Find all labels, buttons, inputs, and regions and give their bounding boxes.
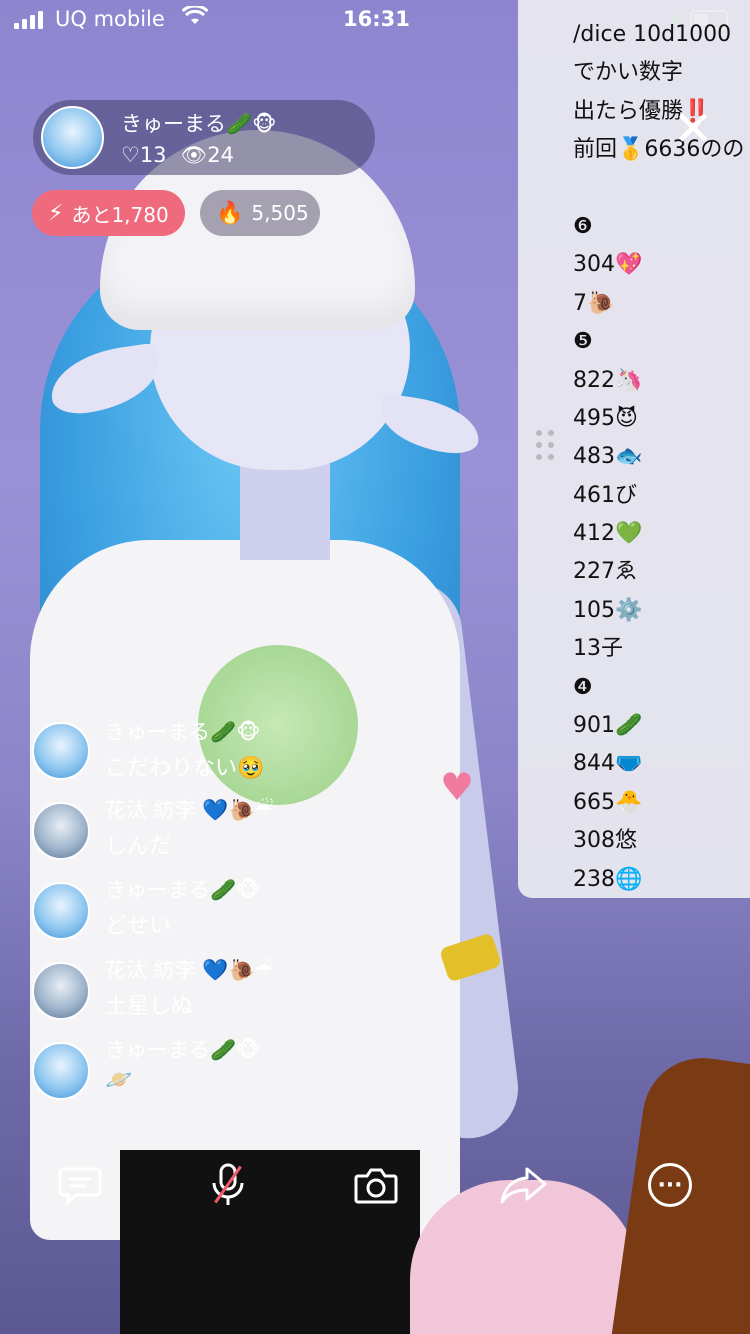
viewer-count: 👁24 xyxy=(180,143,234,167)
host-name: きゅーまる🥒🐵 xyxy=(121,112,277,136)
comment-item[interactable]: きゅーまる🥒🐵 🪐 xyxy=(32,1038,432,1122)
panel-line: 227ゑ xyxy=(573,559,637,585)
panel-line: 出たら優勝‼️ xyxy=(573,98,711,124)
comment-icon[interactable] xyxy=(50,1155,110,1215)
panel-line: 483🐟 xyxy=(573,444,643,470)
comment-item[interactable]: 花汰 紡李 💙🐌☔ しんだ xyxy=(32,798,432,882)
comment-text: 🪐 xyxy=(105,1068,133,1093)
likes-count: ♡13 xyxy=(121,143,167,167)
points-label: 5,505 xyxy=(251,201,309,225)
panel-line: 495😈 xyxy=(573,405,638,431)
panel-line: ❹ xyxy=(573,674,593,700)
signal-icon xyxy=(14,11,43,29)
panel-line: ❻ xyxy=(573,213,593,239)
lightning-icon: ⚡ xyxy=(48,200,64,226)
comment-item[interactable]: 花汰 紡李 💙🐌☔ 土星しぬ xyxy=(32,958,432,1042)
comment-text: しんだ xyxy=(105,834,172,859)
panel-line: 665🐣 xyxy=(573,789,643,815)
avatar-neck xyxy=(240,460,330,560)
panel-line: /dice 10d1000 xyxy=(573,22,732,47)
panel-line: 308悠 xyxy=(573,828,637,854)
heart-icon: ♥ xyxy=(440,765,475,809)
panel-line: 461び xyxy=(573,482,637,508)
panel-line xyxy=(573,170,744,208)
panel-line: ❺ xyxy=(573,329,593,355)
points-chip[interactable]: 🔥 5,505 xyxy=(200,190,320,236)
share-icon[interactable] xyxy=(493,1155,553,1215)
panel-line: 105⚙️ xyxy=(573,597,643,623)
panel-line: 7🐌 xyxy=(573,290,615,316)
comment-item[interactable]: きゅーまる🥒🐵 どせい xyxy=(32,878,432,962)
commenter-avatar[interactable] xyxy=(32,882,90,940)
dice-results-panel[interactable]: /dice 10d1000 でかい数字 出たら優勝‼️ 前回🥇6636のの ❻ … xyxy=(518,0,750,898)
comment-item[interactable]: きゅーまる🥒🐵 こだわりない🥹 xyxy=(32,720,432,802)
comment-text: こだわりない🥹 xyxy=(105,756,265,781)
gift-goal-chip[interactable]: ⚡ あと1,780 xyxy=(32,190,185,236)
comment-text: 土星しぬ xyxy=(105,994,194,1019)
panel-line: 822🦄 xyxy=(573,367,643,393)
commenter-name: 花汰 紡李 💙🐌☔ xyxy=(105,958,274,982)
commenter-avatar[interactable] xyxy=(32,802,90,860)
close-icon[interactable]: ✕ xyxy=(673,105,713,153)
commenter-name: きゅーまる🥒🐵 xyxy=(105,878,261,902)
commenter-name: きゅーまる🥒🐵 xyxy=(105,720,261,744)
host-stats: ♡13 👁24 xyxy=(121,143,234,168)
carrier-label: UQ mobile xyxy=(55,7,165,31)
drag-handle-icon[interactable] xyxy=(536,430,554,460)
commenter-avatar[interactable] xyxy=(32,962,90,1020)
commenter-name: きゅーまる🥒🐵 xyxy=(105,1038,261,1062)
panel-line: 前回🥇6636のの xyxy=(573,137,745,163)
panel-line: でかい数字 xyxy=(573,60,684,86)
commenter-avatar[interactable] xyxy=(32,722,90,780)
camera-icon[interactable] xyxy=(346,1155,406,1215)
host-info-pill[interactable]: きゅーまる🥒🐵 ♡13 👁24 xyxy=(33,100,375,175)
bottom-toolbar: ··· xyxy=(0,1155,750,1220)
panel-line: 13子 xyxy=(573,636,623,662)
commenter-avatar[interactable] xyxy=(32,1042,90,1100)
panel-line: 901🥒 xyxy=(573,713,643,739)
host-avatar[interactable] xyxy=(41,106,104,169)
panel-line: 844🩲 xyxy=(573,751,643,777)
comment-text: どせい xyxy=(105,914,172,939)
mic-muted-icon[interactable] xyxy=(198,1155,258,1215)
panel-text: /dice 10d1000 でかい数字 出たら優勝‼️ 前回🥇6636のの ❻ … xyxy=(573,16,744,899)
clock: 16:31 xyxy=(343,7,410,31)
panel-line: 412💚 xyxy=(573,521,643,547)
panel-line: 238🌐 xyxy=(573,866,643,892)
commenter-name: 花汰 紡李 💙🐌☔ xyxy=(105,798,274,822)
gift-goal-label: あと1,780 xyxy=(71,202,169,227)
flame-icon: 🔥 xyxy=(216,200,244,226)
wifi-icon xyxy=(181,4,209,31)
panel-line: 304💖 xyxy=(573,252,643,278)
more-icon[interactable]: ··· xyxy=(648,1163,692,1207)
